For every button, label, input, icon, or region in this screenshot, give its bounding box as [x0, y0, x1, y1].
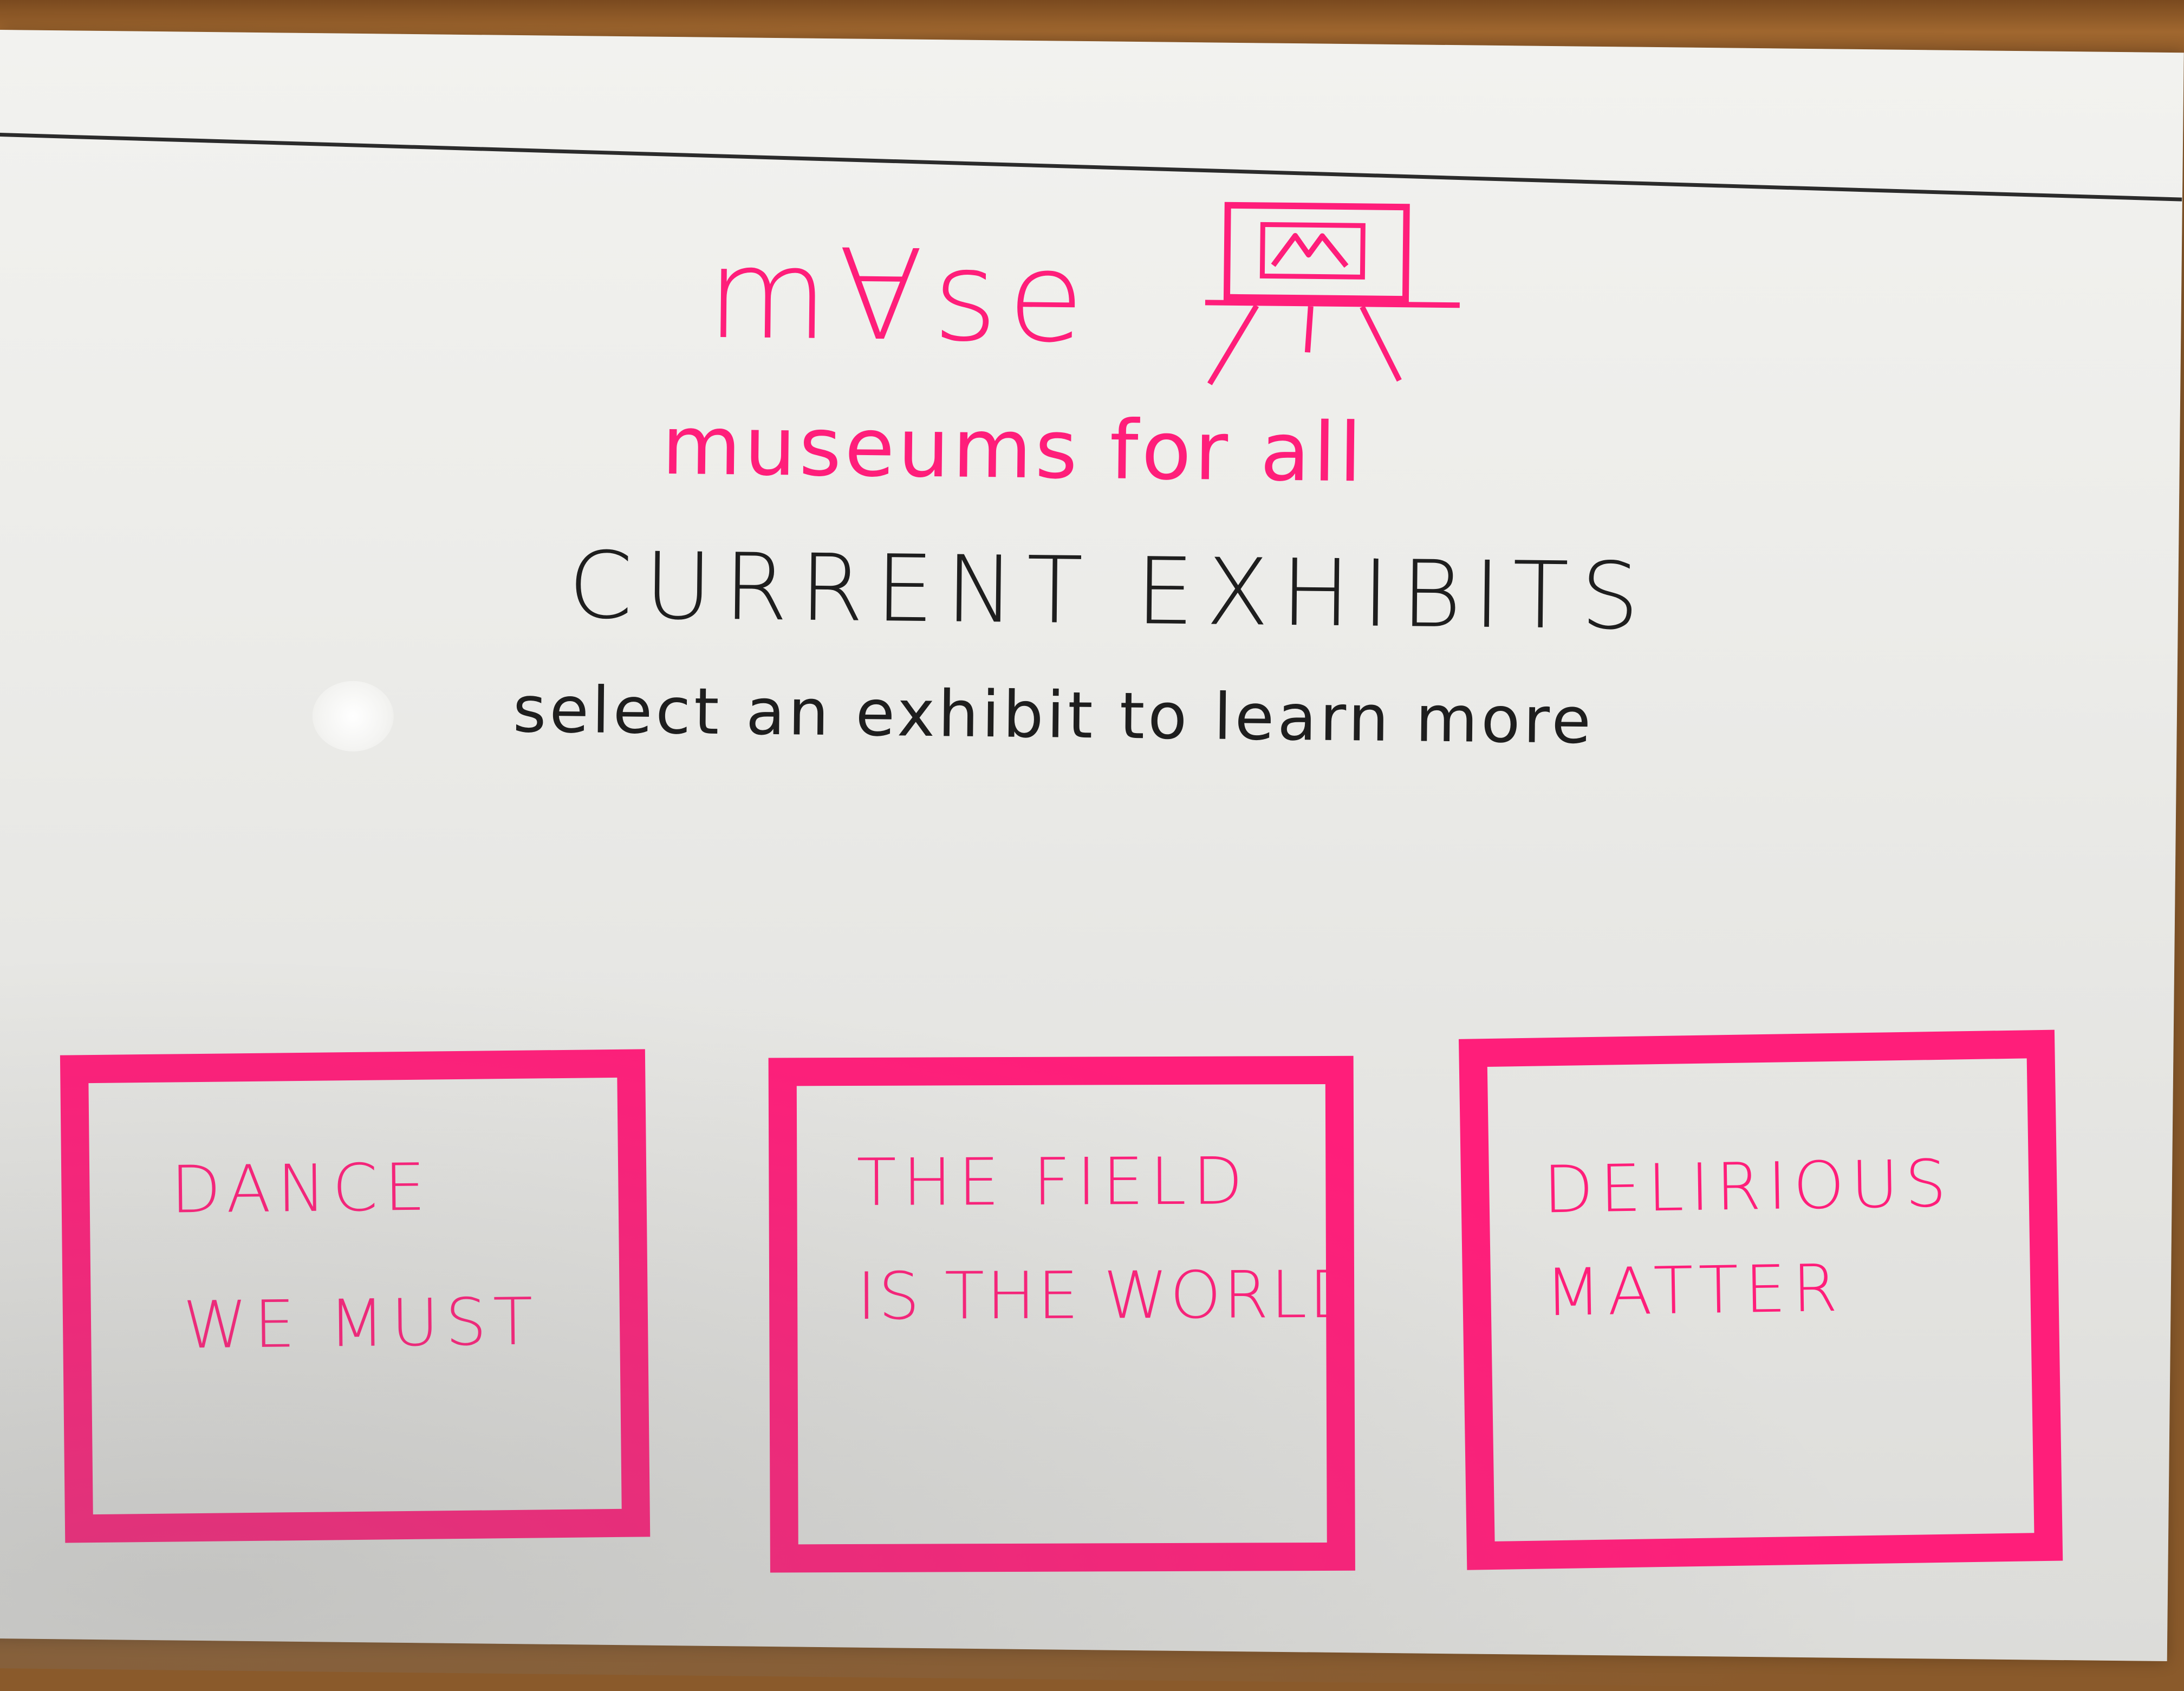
exhibit-title-line1: DANCE: [170, 1150, 432, 1228]
app-tagline: museums for all: [661, 398, 1366, 501]
page-title: CURRENT EXHIBITS: [568, 532, 1652, 651]
paper-sheet: m∀se museums for all CURRENT EXHIBITS se…: [0, 30, 2184, 1691]
exhibit-title-line2: IS THE WORLD: [856, 1257, 1362, 1334]
app-logo-text: m∀se: [706, 222, 1095, 371]
exhibit-card-dance-we-must[interactable]: DANCE WE MUST: [60, 1049, 651, 1543]
header-divider-line: [0, 132, 2182, 202]
exhibit-title-line1: DELIRIOUS: [1543, 1146, 1954, 1228]
exhibit-card-delirious-matter[interactable]: DELIRIOUS MATTER: [1459, 1029, 2063, 1570]
page-subtitle: select an exhibit to learn more: [512, 671, 1595, 758]
exhibit-card-the-field-is-the-world[interactable]: THE FIELD IS THE WORLD: [768, 1055, 1361, 1573]
eraser-smudge: [312, 681, 394, 752]
easel-icon: [1205, 202, 1460, 385]
exhibit-title-line2: WE MUST: [183, 1284, 540, 1364]
exhibit-title-line1: THE FIELD: [856, 1144, 1250, 1221]
exhibit-title-line2: MATTER: [1544, 1251, 1845, 1331]
